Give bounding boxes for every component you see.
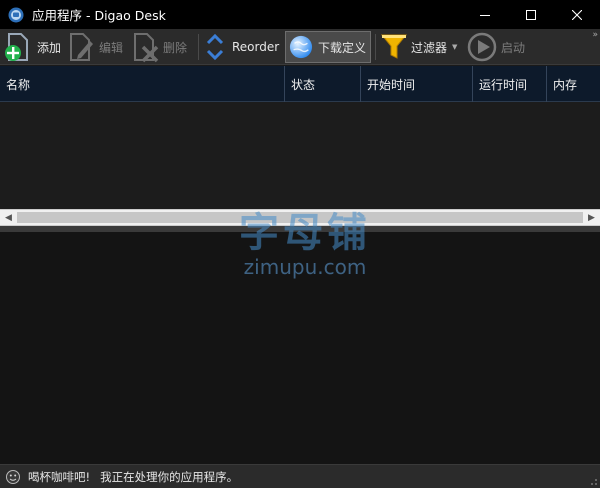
delete-icon [134, 33, 159, 63]
status-message: 我正在处理你的应用程序。 [100, 469, 239, 484]
add-file-icon [5, 33, 28, 61]
column-header-run-time[interactable]: 运行时间 [473, 66, 547, 102]
add-label: 添加 [37, 40, 62, 55]
filter-label: 过滤器 [411, 40, 448, 55]
start-button[interactable]: 启动 [466, 31, 525, 63]
download-definitions-label: 下载定义 [317, 40, 366, 55]
status-bar: 喝杯咖啡吧! 我正在处理你的应用程序。 [0, 464, 600, 488]
download-definitions-button[interactable]: 下载定义 [285, 31, 371, 63]
delete-button[interactable]: 删除 [130, 31, 187, 63]
resize-grip-icon[interactable] [588, 476, 598, 486]
edit-label: 编辑 [99, 40, 124, 55]
scroll-left-icon[interactable]: ◀ [0, 210, 17, 225]
column-header-name[interactable]: 名称 [0, 66, 285, 102]
reorder-button[interactable]: Reorder [204, 31, 279, 63]
status-greeting: 喝杯咖啡吧! [28, 469, 91, 484]
close-button[interactable] [554, 0, 600, 29]
filter-dropdown-chevron-icon[interactable]: ▼ [452, 43, 457, 51]
window-title: 应用程序 - Digao Desk [32, 8, 166, 23]
horizontal-scrollbar[interactable]: ◀ ▶ [0, 209, 600, 226]
scrollbar-thumb[interactable] [17, 212, 583, 223]
add-button[interactable]: 添加 [2, 31, 61, 63]
minimize-button[interactable] [462, 0, 508, 29]
maximize-button[interactable] [508, 0, 554, 29]
delete-label: 删除 [163, 40, 188, 55]
globe-icon [289, 35, 313, 59]
edit-icon [70, 33, 93, 61]
column-header-start-time[interactable]: 开始时间 [361, 66, 473, 102]
reorder-label: Reorder [232, 40, 280, 54]
column-header-memory[interactable]: 内存 [547, 66, 600, 102]
toolbar: 添加 编辑 删除 Reorder 下载定义 过滤器 ▼ 启动 » [0, 29, 600, 65]
start-label: 启动 [501, 40, 526, 55]
maximize-icon [526, 9, 536, 20]
app-logo-icon [8, 7, 24, 22]
edit-button[interactable]: 编辑 [66, 31, 123, 63]
log-panel [0, 232, 600, 464]
filter-funnel-icon [380, 34, 408, 59]
filter-button[interactable]: 过滤器 ▼ [380, 31, 457, 63]
application-list[interactable] [0, 102, 600, 209]
reorder-arrows-icon [206, 33, 224, 61]
toolbar-separator [198, 34, 199, 60]
column-header-status[interactable]: 状态 [285, 66, 361, 102]
title-bar: 应用程序 - Digao Desk [0, 0, 600, 29]
coffee-face-icon [6, 469, 20, 484]
list-header: 名称 状态 开始时间 运行时间 内存 [0, 66, 600, 102]
toolbar-overflow-button[interactable]: » [592, 31, 598, 40]
toolbar-separator [375, 34, 376, 60]
close-icon [572, 9, 582, 20]
play-icon [467, 32, 497, 62]
minimize-icon [480, 14, 490, 16]
scroll-right-icon[interactable]: ▶ [583, 210, 600, 225]
